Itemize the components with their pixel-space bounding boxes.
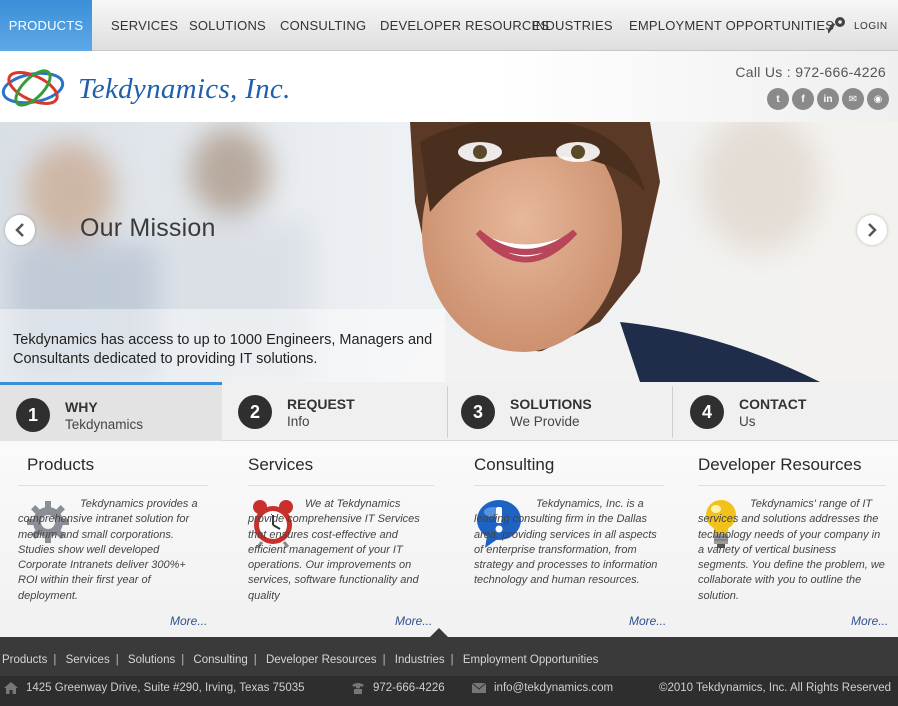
column-text: Tekdynamics provides a comprehensive int… bbox=[18, 498, 198, 602]
key-icon bbox=[828, 17, 845, 34]
step-subtitle: Us bbox=[739, 414, 756, 429]
separator: | bbox=[450, 654, 454, 666]
column-title[interactable]: Services bbox=[248, 455, 313, 475]
footer-link-industries[interactable]: Industries bbox=[395, 654, 445, 666]
home-icon bbox=[4, 682, 18, 694]
footer-email: info@tekdynamics.com bbox=[472, 682, 613, 694]
step-solutions[interactable]: 3 SOLUTIONS We Provide bbox=[445, 382, 672, 441]
divider bbox=[18, 485, 208, 486]
column-consulting: Consulting Tekdynamics, Inc. is a leadin… bbox=[474, 441, 666, 637]
separator: | bbox=[181, 654, 185, 666]
step-number: 1 bbox=[16, 398, 50, 432]
separator: | bbox=[382, 654, 386, 666]
nav-item-employment-opportunities[interactable]: EMPLOYMENT OPPORTUNITIES bbox=[629, 0, 834, 51]
hero-caption: Tekdynamics has access to up to 1000 Eng… bbox=[13, 332, 433, 367]
step-title: WHY bbox=[65, 399, 98, 415]
nav-item-consulting[interactable]: CONSULTING bbox=[280, 0, 366, 51]
footer-address: 1425 Greenway Drive, Suite #290, Irving,… bbox=[4, 682, 305, 694]
column-products: Products Tekdynamics provides a comprehe… bbox=[18, 441, 208, 637]
more-link[interactable]: More... bbox=[170, 614, 207, 628]
footer-links: Products | Services | Solutions | Consultin… bbox=[2, 654, 598, 666]
divider bbox=[248, 485, 434, 486]
feature-columns: Products Tekdynamics provides a comprehe… bbox=[0, 441, 898, 637]
step-title: SOLUTIONS bbox=[510, 396, 592, 412]
slider-next-button[interactable] bbox=[857, 215, 887, 245]
footer-phone: 972-666-4226 bbox=[351, 682, 445, 694]
rss-icon[interactable]: ◉ bbox=[867, 88, 889, 110]
column-developer-resources: Developer Resources Tekdynamics' range o… bbox=[698, 441, 888, 637]
footer-link-developer-resources[interactable]: Developer Resources bbox=[266, 654, 377, 666]
hero-title: Our Mission bbox=[80, 214, 216, 242]
social-links: t f in ✉ ◉ bbox=[767, 88, 889, 110]
footer-phone-text: 972-666-4226 bbox=[373, 682, 445, 694]
divider bbox=[474, 485, 664, 486]
hero-slider: Our Mission Tekdynamics has access to up… bbox=[0, 122, 898, 382]
column-services: Services We at Tekdynamics provide compr… bbox=[248, 441, 434, 637]
step-subtitle: Info bbox=[287, 414, 310, 429]
phone-icon bbox=[352, 683, 364, 694]
linkedin-icon[interactable]: in bbox=[817, 88, 839, 110]
login-link[interactable]: LOGIN bbox=[828, 14, 888, 38]
call-us-label: Call Us : bbox=[735, 64, 791, 80]
divider bbox=[672, 386, 673, 438]
site-footer: Products | Services | Solutions | Consultin… bbox=[0, 628, 898, 706]
nav-item-industries[interactable]: INDUSTRIES bbox=[532, 0, 613, 51]
column-text: Tekdynamics' range of IT services and so… bbox=[698, 498, 885, 602]
steps-bar: 1 WHY Tekdynamics 2 REQUEST Info 3 SOLUT… bbox=[0, 382, 898, 441]
step-request[interactable]: 2 REQUEST Info bbox=[222, 382, 447, 441]
step-subtitle: We Provide bbox=[510, 414, 580, 429]
nav-item-solutions[interactable]: SOLUTIONS bbox=[189, 0, 266, 51]
nav-item-services[interactable]: SERVICES bbox=[111, 0, 178, 51]
email-icon[interactable]: ✉ bbox=[842, 88, 864, 110]
column-title[interactable]: Products bbox=[27, 455, 94, 475]
step-contact[interactable]: 4 CONTACT Us bbox=[674, 382, 898, 441]
envelope-icon bbox=[472, 683, 486, 693]
footer-link-solutions[interactable]: Solutions bbox=[128, 654, 175, 666]
step-why[interactable]: 1 WHY Tekdynamics bbox=[0, 382, 222, 441]
call-us: Call Us : 972-666-4226 bbox=[735, 64, 886, 80]
site-header: Tekdynamics, Inc. Call Us : 972-666-4226… bbox=[0, 51, 898, 122]
footer-link-services[interactable]: Services bbox=[66, 654, 110, 666]
footer-link-products[interactable]: Products bbox=[2, 654, 47, 666]
login-label: LOGIN bbox=[854, 20, 888, 32]
footer-address-text: 1425 Greenway Drive, Suite #290, Irving,… bbox=[26, 682, 305, 694]
column-text: Tekdynamics, Inc. is a leading consultin… bbox=[474, 498, 658, 587]
facebook-icon[interactable]: f bbox=[792, 88, 814, 110]
hero-caption-box: Tekdynamics has access to up to 1000 Eng… bbox=[0, 309, 445, 382]
footer-copyright: ©2010 Tekdynamics, Inc. All Rights Reser… bbox=[659, 682, 891, 694]
more-link[interactable]: More... bbox=[395, 614, 432, 628]
separator: | bbox=[115, 654, 119, 666]
company-logo-icon[interactable] bbox=[0, 62, 66, 114]
nav-item-products[interactable]: PRODUCTS bbox=[0, 0, 92, 51]
chevron-left-icon bbox=[15, 223, 24, 237]
step-number: 2 bbox=[238, 395, 272, 429]
more-link[interactable]: More... bbox=[851, 614, 888, 628]
step-number: 4 bbox=[690, 395, 724, 429]
company-name[interactable]: Tekdynamics, Inc. bbox=[78, 73, 291, 106]
footer-email-text[interactable]: info@tekdynamics.com bbox=[494, 682, 613, 694]
column-text: We at Tekdynamics provide comprehensive … bbox=[248, 498, 420, 602]
slider-prev-button[interactable] bbox=[5, 215, 35, 245]
chevron-right-icon bbox=[868, 223, 877, 237]
footer-link-employment-opportunities[interactable]: Employment Opportunities bbox=[463, 654, 599, 666]
step-subtitle: Tekdynamics bbox=[65, 417, 144, 432]
nav-item-developer-resources[interactable]: DEVELOPER RESOURCES bbox=[380, 0, 549, 51]
separator: | bbox=[53, 654, 57, 666]
footer-link-consulting[interactable]: Consulting bbox=[193, 654, 247, 666]
top-navigation: PRODUCTS SERVICES SOLUTIONS CONSULTING D… bbox=[0, 0, 898, 51]
twitter-icon[interactable]: t bbox=[767, 88, 789, 110]
step-title: REQUEST bbox=[287, 396, 355, 412]
separator: | bbox=[253, 654, 257, 666]
column-title[interactable]: Developer Resources bbox=[698, 455, 861, 475]
footer-notch bbox=[429, 628, 449, 638]
divider bbox=[698, 485, 886, 486]
step-title: CONTACT bbox=[739, 396, 807, 412]
step-number: 3 bbox=[461, 395, 495, 429]
column-title[interactable]: Consulting bbox=[474, 455, 554, 475]
header-phone: 972-666-4226 bbox=[795, 64, 886, 80]
more-link[interactable]: More... bbox=[629, 614, 666, 628]
